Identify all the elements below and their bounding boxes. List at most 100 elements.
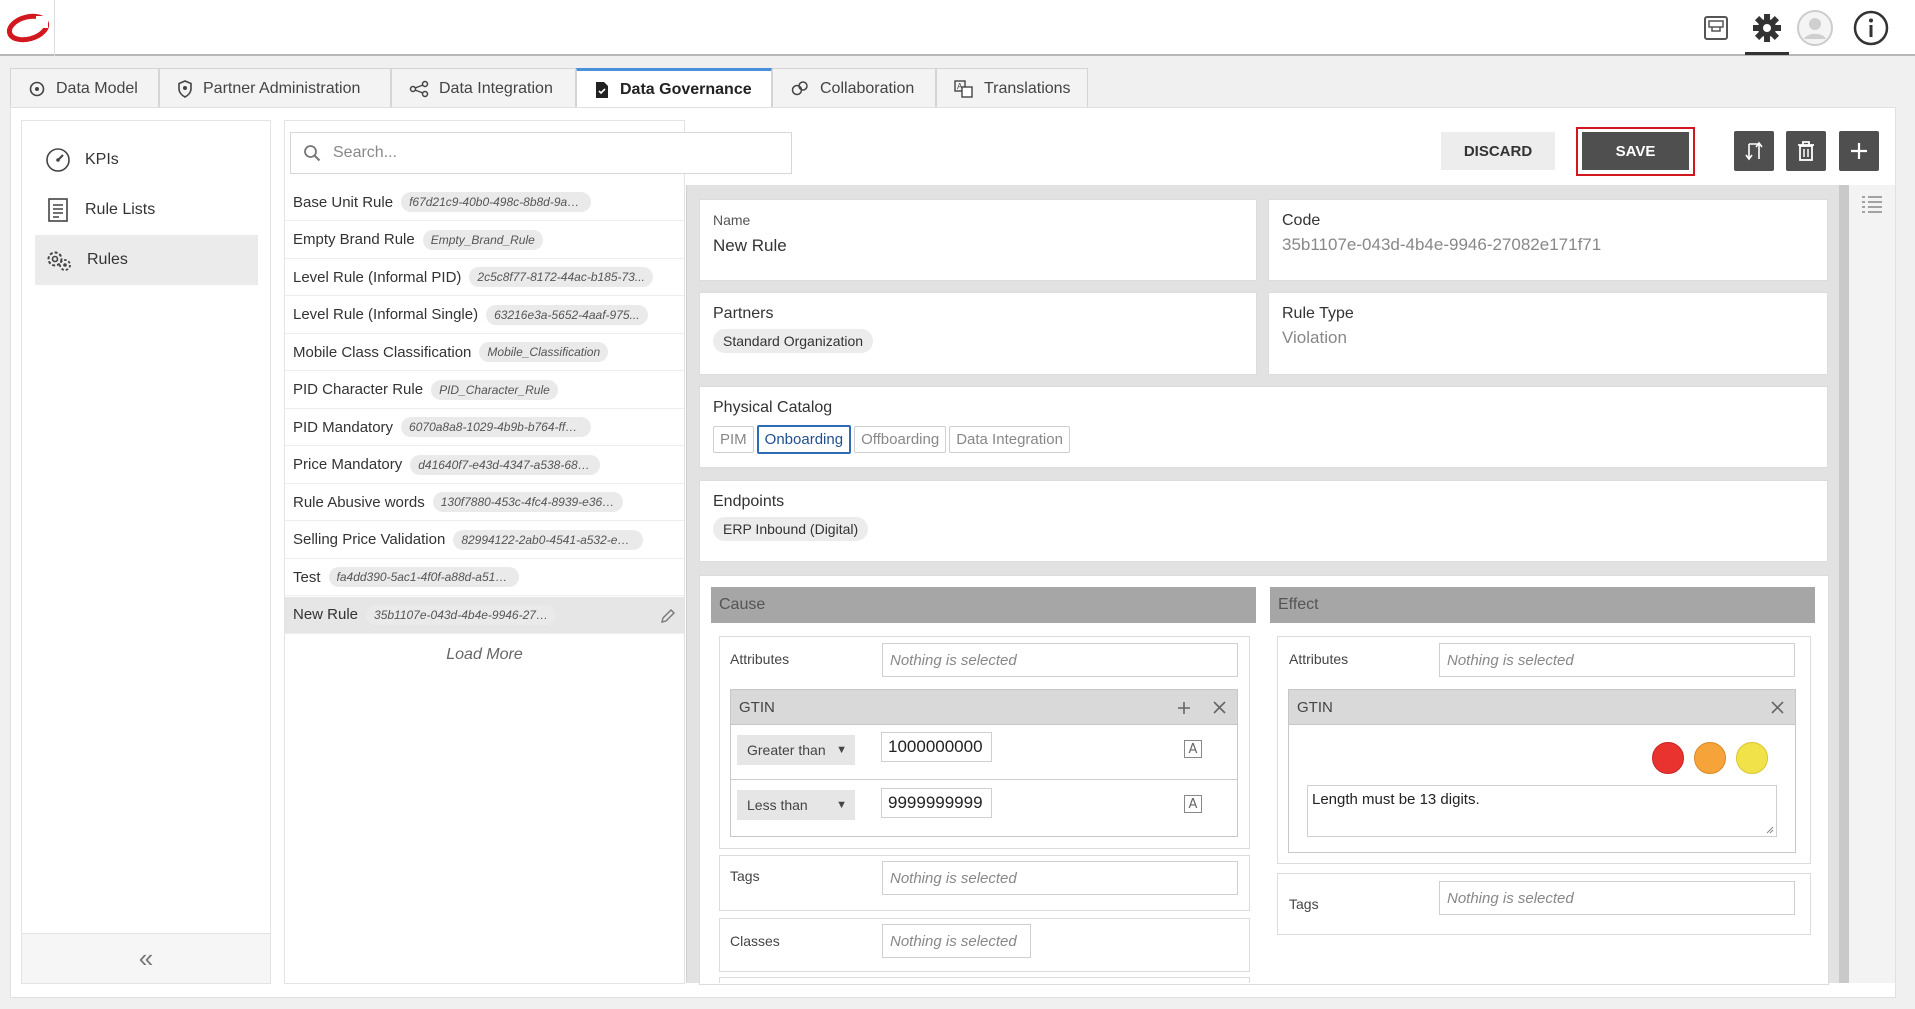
- rule-list-item[interactable]: Empty Brand Rule Empty_Brand_Rule: [285, 222, 684, 259]
- rules-list-panel: Search... Base Unit Rule f67d21c9-40b0-49…: [284, 120, 792, 984]
- rule-list-item[interactable]: Test fa4dd390-5ac1-4f0f-a88d-a51a65d22ccb: [285, 559, 684, 596]
- cause-classes-select[interactable]: Nothing is selected: [882, 924, 1031, 958]
- nav-item-label: KPIs: [85, 151, 119, 168]
- rule-list-item[interactable]: Mobile Class Classification Mobile_Classi…: [285, 334, 684, 371]
- name-card: Name New Rule: [699, 199, 1257, 281]
- rule-list-item[interactable]: PID Mandatory 6070a8a8-1029-4b9b-b764-ff7…: [285, 409, 684, 446]
- nav-item-rules[interactable]: Rules: [35, 235, 258, 285]
- nav-item-rule-lists[interactable]: Rule Lists: [35, 185, 258, 235]
- sync-icon: [1745, 141, 1763, 161]
- tab-translations[interactable]: A Translations: [936, 68, 1088, 108]
- add-button[interactable]: [1839, 131, 1879, 171]
- operator-select[interactable]: Greater than ▼: [737, 735, 855, 765]
- resize-handle-icon[interactable]: [1766, 826, 1774, 834]
- list-view-icon[interactable]: [1861, 195, 1883, 213]
- rule-code-badge: Mobile_Classification: [479, 342, 609, 362]
- rule-list-item[interactable]: Rule Abusive words 130f7880-453c-4fc4-893…: [285, 484, 684, 521]
- text-format-icon[interactable]: A: [1184, 795, 1202, 813]
- cause-gtin-title: GTIN: [739, 698, 775, 716]
- rule-list-item[interactable]: Price Mandatory d41640f7-e43d-4347-a538-6…: [285, 447, 684, 484]
- effect-attributes-select[interactable]: Nothing is selected: [1439, 643, 1795, 677]
- add-condition-icon[interactable]: [1177, 701, 1191, 715]
- close-icon[interactable]: [1771, 701, 1784, 714]
- rule-list-item[interactable]: Selling Price Validation 82994122-2ab0-45…: [285, 522, 684, 559]
- search-input[interactable]: Search...: [290, 132, 792, 174]
- operator-select[interactable]: Less than ▼: [737, 790, 855, 820]
- svg-text:A: A: [957, 82, 963, 91]
- cause-next-block: [719, 977, 1250, 983]
- operator-value: Less than: [747, 797, 808, 813]
- detail-scrollbar[interactable]: [1839, 185, 1849, 983]
- notifications-tray-icon[interactable]: [1696, 8, 1736, 48]
- tab-partner-administration[interactable]: Partner Administration: [159, 68, 391, 108]
- rule-list-item[interactable]: Level Rule (Informal Single) 63216e3a-565…: [285, 297, 684, 334]
- tab-data-integration[interactable]: Data Integration: [391, 68, 576, 108]
- catalog-option-onboarding[interactable]: Onboarding: [756, 425, 852, 454]
- name-value[interactable]: New Rule: [713, 236, 1243, 256]
- physical-catalog-label: Physical Catalog: [713, 399, 833, 416]
- tab-data-governance[interactable]: Data Governance: [576, 68, 772, 108]
- trash-icon: [1798, 141, 1814, 161]
- nav-item-label: Rule Lists: [85, 201, 156, 218]
- settings-gear-icon[interactable]: [1747, 8, 1787, 48]
- tab-collaboration[interactable]: Collaboration: [772, 68, 936, 108]
- severity-orange-option[interactable]: [1694, 742, 1726, 774]
- catalog-option-data-integration[interactable]: Data Integration: [949, 426, 1070, 453]
- collapse-sidebar-button[interactable]: «: [22, 933, 270, 983]
- physical-catalog-card: Physical Catalog PIM Onboarding Offboardin…: [699, 386, 1828, 468]
- nav-item-kpis[interactable]: KPIs: [35, 135, 258, 185]
- catalog-option-offboarding[interactable]: Offboarding: [854, 426, 947, 453]
- save-button[interactable]: SAVE: [1582, 132, 1689, 170]
- rule-list-item[interactable]: Level Rule (Informal PID) 2c5c8f77-8172-4…: [285, 259, 684, 296]
- rule-name: Rule Abusive words: [293, 493, 425, 511]
- load-more-link[interactable]: Load More: [285, 646, 684, 664]
- severity-yellow-option[interactable]: [1736, 742, 1768, 774]
- app-logo-icon[interactable]: [6, 12, 50, 44]
- rule-name: New Rule: [293, 606, 359, 623]
- rule-code-badge: fa4dd390-5ac1-4f0f-a88d-a51a65d22ccb: [328, 567, 519, 587]
- effect-tags-select[interactable]: Nothing is selected: [1439, 881, 1795, 915]
- cause-tags-block: Tags Nothing is selected: [719, 855, 1250, 911]
- condition-row: Greater than ▼ 1000000000 A: [731, 726, 1237, 780]
- delete-button[interactable]: [1786, 131, 1826, 171]
- sync-button[interactable]: [1734, 131, 1774, 171]
- info-icon[interactable]: [1851, 8, 1891, 48]
- tab-data-model[interactable]: Data Model: [10, 68, 159, 108]
- text-format-icon[interactable]: A: [1184, 740, 1202, 758]
- endpoint-chip[interactable]: ERP Inbound (Digital): [713, 517, 869, 541]
- rule-code-badge: 6070a8a8-1029-4b9b-b764-ff78f5b5f9e9: [401, 417, 592, 437]
- discard-button[interactable]: DISCARD: [1441, 132, 1555, 170]
- condition-value-input[interactable]: 9999999999: [881, 788, 992, 818]
- cause-attributes-select[interactable]: Nothing is selected: [882, 643, 1238, 677]
- close-icon[interactable]: [1213, 701, 1226, 714]
- cause-tags-select[interactable]: Nothing is selected: [882, 861, 1238, 895]
- cause-attributes-block: Attributes Nothing is selected GTIN Grea…: [719, 636, 1250, 849]
- gauge-icon: [46, 148, 70, 172]
- endpoints-card: Endpoints ERP Inbound (Digital): [699, 480, 1828, 562]
- collaboration-icon: [791, 80, 808, 95]
- partner-chip[interactable]: Standard Organization: [713, 329, 874, 353]
- effect-message-textarea[interactable]: Length must be 13 digits.: [1307, 785, 1777, 837]
- effect-header: Effect: [1270, 587, 1815, 623]
- double-chevron-left-icon: «: [138, 943, 154, 973]
- rule-list-item[interactable]: PID Character Rule PID_Character_Rule: [285, 372, 684, 409]
- user-avatar-icon[interactable]: [1795, 8, 1835, 48]
- rule-list-item[interactable]: New Rule 35b1107e-043d-4b4e-9946-27082e17…: [285, 596, 684, 634]
- rule-name: Empty Brand Rule: [293, 231, 415, 248]
- cause-gtin-header: GTIN: [730, 689, 1238, 725]
- partners-label: Partners: [713, 305, 774, 322]
- condition-value-input[interactable]: 1000000000: [881, 732, 992, 762]
- effect-gtin-title: GTIN: [1297, 698, 1333, 716]
- data-model-icon: [29, 81, 45, 96]
- search-icon: [304, 145, 321, 162]
- severity-red-option[interactable]: [1652, 742, 1684, 774]
- settings-active-indicator: [1745, 52, 1789, 55]
- module-tabs: Data Model Partner Administration Data I…: [0, 68, 1088, 108]
- edit-pencil-icon[interactable]: [660, 608, 676, 624]
- catalog-option-pim[interactable]: PIM: [713, 426, 754, 453]
- rule-list-item[interactable]: Base Unit Rule f67d21c9-40b0-498c-8b8d-9a…: [285, 184, 684, 221]
- rule-code-badge: 130f7880-453c-4fc4-8939-e36dd39...: [432, 492, 623, 512]
- effect-tags-block: Tags Nothing is selected: [1277, 873, 1811, 935]
- operator-value: Greater than: [747, 742, 826, 758]
- rule-name: Price Mandatory: [293, 456, 403, 473]
